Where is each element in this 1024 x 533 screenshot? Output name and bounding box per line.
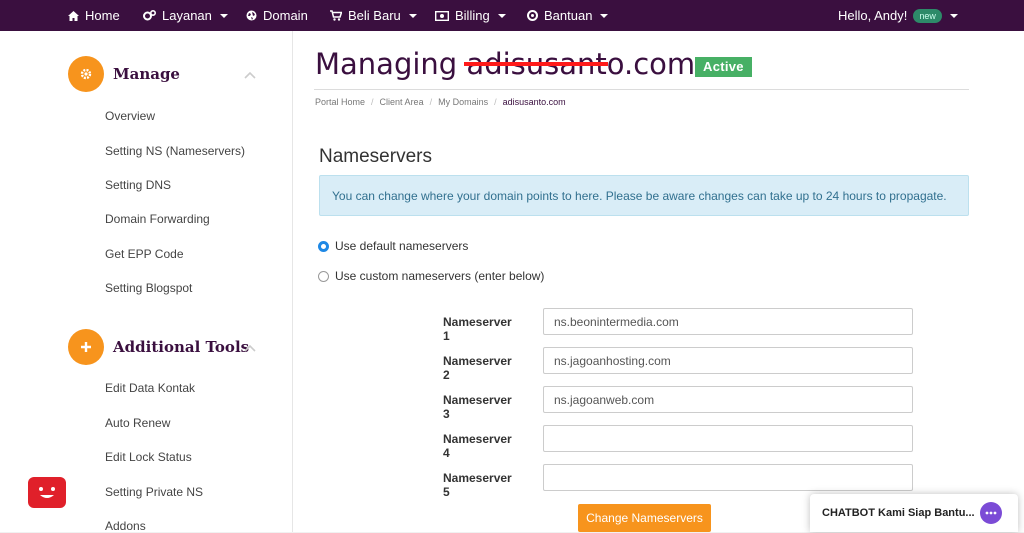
- chat-bubble-icon[interactable]: [980, 502, 1002, 524]
- radio-default-nameservers[interactable]: Use default nameservers: [318, 239, 468, 253]
- radio-custom-nameservers[interactable]: Use custom nameservers (enter below): [318, 269, 544, 283]
- gear-icon: [80, 68, 92, 80]
- chevron-down-icon: [600, 13, 609, 18]
- chevron-up-icon[interactable]: [244, 344, 256, 352]
- tools-section-icon: [68, 329, 104, 365]
- nameserver-2-label: Nameserver 2: [443, 354, 512, 382]
- chevron-up-icon[interactable]: [244, 71, 256, 79]
- sidebar-item-setting-dns[interactable]: Setting DNS: [105, 178, 171, 192]
- user-greeting: Hello, Andy!: [838, 8, 908, 23]
- nav-beli-baru-label: Beli Baru: [348, 8, 401, 23]
- nav-home[interactable]: Home: [68, 0, 120, 31]
- page-title-prefix: Managing: [315, 47, 467, 81]
- user-menu[interactable]: Hello, Andy! new: [838, 0, 958, 31]
- top-navbar: Home Layanan Domain Beli Baru Billing Ba…: [0, 0, 1024, 31]
- nav-domain-label: Domain: [263, 8, 308, 23]
- chevron-down-icon: [949, 13, 958, 18]
- breadcrumb-current-domain: adisusanto.com: [502, 97, 566, 107]
- nav-beli-baru[interactable]: Beli Baru: [330, 0, 417, 31]
- tools-section-title: Additional Tools: [113, 338, 250, 356]
- nameserver-4-label: Nameserver 4: [443, 432, 512, 460]
- chevron-down-icon: [497, 13, 506, 18]
- breadcrumb-my-domains[interactable]: My Domains: [438, 97, 488, 107]
- nav-home-label: Home: [85, 8, 120, 23]
- gears-icon: [143, 10, 156, 21]
- status-badge: Active: [695, 57, 752, 77]
- nav-billing[interactable]: Billing: [435, 0, 506, 31]
- radio-button-checked[interactable]: [318, 240, 329, 252]
- sidebar-item-domain-forwarding[interactable]: Domain Forwarding: [105, 212, 210, 226]
- sidebar-item-overview[interactable]: Overview: [105, 109, 155, 123]
- nameserver-3-input[interactable]: [543, 386, 913, 413]
- sidebar-item-private-ns[interactable]: Setting Private NS: [105, 485, 203, 499]
- nameserver-5-input[interactable]: [543, 464, 913, 491]
- nameserver-5-label: Nameserver 5: [443, 471, 512, 499]
- radio-custom-label: Use custom nameservers (enter below): [335, 269, 545, 283]
- sidebar-item-addons[interactable]: Addons: [105, 519, 146, 533]
- breadcrumb-portal-home[interactable]: Portal Home: [315, 97, 365, 107]
- sidebar: Manage Overview Setting NS (Nameservers)…: [0, 31, 292, 533]
- manage-section-header[interactable]: Manage: [68, 56, 180, 92]
- nameserver-3-label: Nameserver 3: [443, 393, 512, 421]
- radio-button[interactable]: [318, 270, 329, 282]
- sidebar-item-setting-blogspot[interactable]: Setting Blogspot: [105, 281, 192, 295]
- info-alert: You can change where your domain points …: [319, 175, 969, 216]
- nameservers-heading: Nameservers: [319, 146, 432, 167]
- chevron-down-icon: [408, 13, 417, 18]
- nav-layanan-label: Layanan: [162, 8, 212, 23]
- nameserver-1-input[interactable]: [543, 308, 913, 335]
- nameserver-1-label: Nameserver 1: [443, 315, 512, 343]
- radio-default-label: Use default nameservers: [335, 239, 469, 253]
- nameserver-4-input[interactable]: [543, 425, 913, 452]
- title-divider: [314, 89, 969, 90]
- chevron-down-icon: [219, 13, 228, 18]
- manage-section-icon: [68, 56, 104, 92]
- chatbot-widget[interactable]: CHATBOT Kami Siap Bantu...: [810, 494, 1018, 532]
- breadcrumb: Portal Home / Client Area / My Domains /…: [315, 97, 566, 107]
- home-icon: [68, 10, 79, 21]
- cart-icon: [330, 10, 342, 21]
- change-nameservers-button[interactable]: Change Nameservers: [578, 504, 711, 532]
- plus-icon: [81, 342, 91, 352]
- smiley-icon: [39, 487, 55, 498]
- sidebar-item-auto-renew[interactable]: Auto Renew: [105, 416, 170, 430]
- nav-layanan[interactable]: Layanan: [143, 0, 228, 31]
- nav-bantuan-label: Bantuan: [544, 8, 593, 23]
- sidebar-item-setting-ns[interactable]: Setting NS (Nameservers): [105, 144, 245, 158]
- nav-bantuan[interactable]: Bantuan: [527, 0, 609, 31]
- lifebuoy-icon: [527, 10, 538, 21]
- nav-domain[interactable]: Domain: [246, 0, 308, 31]
- nameserver-2-input[interactable]: [543, 347, 913, 374]
- redaction-mark: [464, 62, 608, 66]
- globe-icon: [246, 10, 257, 21]
- chatbot-label: CHATBOT Kami Siap Bantu...: [822, 507, 975, 519]
- manage-section-title: Manage: [113, 65, 180, 83]
- tools-section-header[interactable]: Additional Tools: [68, 329, 249, 365]
- billing-icon: [435, 10, 449, 21]
- sidebar-item-edit-lock-status[interactable]: Edit Lock Status: [105, 450, 192, 464]
- sidebar-item-edit-data-kontak[interactable]: Edit Data Kontak: [105, 381, 195, 395]
- sidebar-item-epp-code[interactable]: Get EPP Code: [105, 247, 184, 261]
- main-content: Managing adisusanto.com Active Portal Ho…: [292, 31, 1024, 532]
- new-badge: new: [913, 8, 942, 23]
- nav-billing-label: Billing: [455, 8, 490, 23]
- breadcrumb-client-area[interactable]: Client Area: [380, 97, 424, 107]
- mascot-chat-widget[interactable]: [28, 477, 66, 508]
